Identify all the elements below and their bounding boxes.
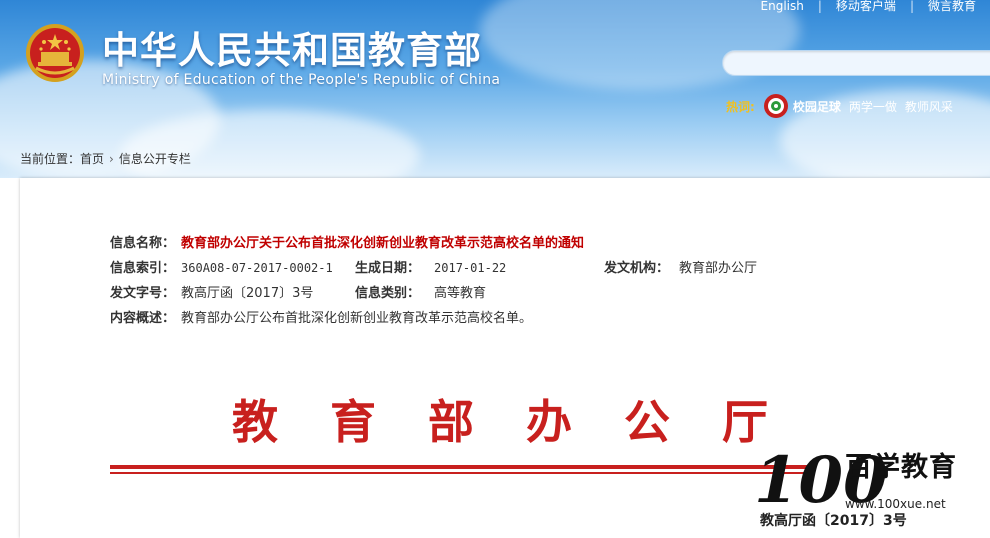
info-category-row: 信息类别： 高等教育 (355, 282, 486, 301)
info-issuer-row: 发文机构： 教育部办公厅 (604, 257, 757, 276)
watermark-name: 百学教育 (845, 452, 957, 483)
info-date-label: 生成日期： (355, 261, 421, 276)
office-title: 教育部办公厅 (232, 395, 820, 449)
link-english[interactable]: English (747, 0, 818, 13)
info-category-label: 信息类别： (355, 286, 421, 301)
info-index-row: 信息索引： 360A08-07-2017-0002-1 (110, 257, 333, 276)
info-name-row: 信息名称： 教育部办公厅关于公布首批深化创新创业教育改革示范高校名单的通知 (110, 232, 584, 251)
divider: | (909, 0, 914, 13)
breadcrumb-home[interactable]: 首页 (80, 152, 104, 166)
hot-link-teacher-style[interactable]: 教师风采 (905, 98, 953, 115)
site-header: 中华人民共和国教育部 Ministry of Education of the … (0, 0, 990, 178)
info-date-row: 生成日期： 2017-01-22 (355, 257, 506, 276)
site-title[interactable]: 中华人民共和国教育部 (102, 20, 482, 74)
hot-link-campus-football[interactable]: 校园足球 (793, 98, 841, 115)
breadcrumb-info-public[interactable]: 信息公开专栏 (119, 152, 191, 166)
info-summary-row: 内容概述： 教育部办公厅公布首批深化创新创业教育改革示范高校名单。 (110, 307, 532, 326)
red-divider-thick (110, 465, 810, 469)
info-docno-value: 教高厅函〔2017〕3号 (181, 286, 314, 301)
document-number: 教高厅函〔2017〕3号 (760, 513, 907, 529)
info-docno-row: 发文字号： 教高厅函〔2017〕3号 (110, 282, 313, 301)
chevron-right-icon: › (109, 152, 114, 166)
national-emblem-icon[interactable] (24, 22, 86, 84)
info-index-label: 信息索引： (110, 261, 176, 276)
info-category-value: 高等教育 (434, 286, 487, 301)
info-date-value: 2017-01-22 (434, 261, 507, 275)
info-issuer-value: 教育部办公厅 (679, 261, 758, 276)
info-summary-value: 教育部办公厅公布首批深化创新创业教育改革示范高校名单。 (181, 311, 533, 326)
hot-link-two-studies[interactable]: 两学一做 (849, 98, 897, 115)
info-docno-label: 发文字号： (110, 286, 176, 301)
hot-words: 热词: 校园足球 两学一做 教师风采 (726, 94, 961, 118)
link-mobile-client[interactable]: 移动客户端 (822, 0, 910, 14)
info-issuer-label: 发文机构： (604, 261, 670, 276)
info-name-value: 教育部办公厅关于公布首批深化创新创业教育改革示范高校名单的通知 (181, 236, 585, 251)
info-name-label: 信息名称： (110, 236, 176, 251)
info-summary-label: 内容概述： (110, 311, 176, 326)
search-input[interactable] (722, 50, 990, 76)
red-divider-thin (110, 472, 810, 474)
breadcrumb: 当前位置：首页 › 信息公开专栏 (20, 150, 191, 167)
top-links: English | 移动客户端 | 微言教育 (747, 0, 990, 14)
site-subtitle: Ministry of Education of the People's Re… (102, 72, 501, 88)
campus-football-icon[interactable] (763, 93, 789, 119)
link-weiyan[interactable]: 微言教育 (914, 0, 990, 14)
divider: | (817, 0, 822, 13)
breadcrumb-prefix: 当前位置： (20, 152, 81, 166)
info-index-value: 360A08-07-2017-0002-1 (181, 261, 333, 275)
hot-words-label: 热词: (726, 99, 755, 114)
watermark-url: www.100xue.net (845, 497, 946, 511)
